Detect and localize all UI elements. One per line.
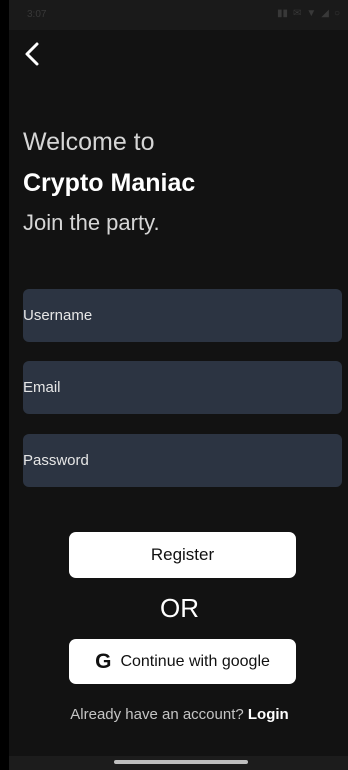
- status-icons: ▮▮ ✉ ▼ ◢ ○: [277, 8, 340, 19]
- battery-icon: ○: [333, 8, 340, 19]
- message-icon: ✉: [292, 8, 302, 19]
- google-button-label: Continue with google: [120, 652, 270, 670]
- signal-icon: ▮▮: [276, 8, 288, 19]
- login-prompt: Already have an account?: [70, 706, 244, 723]
- login-link[interactable]: Login: [248, 706, 289, 723]
- signup-screen: 3:07 ▮▮ ✉ ▼ ◢ ○ Welcome to Crypto Maniac…: [9, 0, 348, 770]
- wifi-icon: ▼: [306, 8, 317, 19]
- home-indicator[interactable]: [114, 760, 248, 764]
- status-bar: 3:07 ▮▮ ✉ ▼ ◢ ○: [9, 0, 348, 30]
- app-name: Crypto Maniac: [23, 169, 196, 197]
- back-button[interactable]: [21, 38, 51, 70]
- google-icon: G: [95, 650, 112, 673]
- register-button[interactable]: Register: [69, 532, 296, 578]
- tagline: Join the party.: [23, 210, 160, 235]
- username-input[interactable]: [23, 289, 342, 342]
- login-row: Already have an account? Login: [9, 706, 348, 723]
- status-time: 3:07: [27, 9, 47, 20]
- google-signin-button[interactable]: G Continue with google: [69, 639, 296, 684]
- cell-icon: ◢: [321, 8, 329, 19]
- chevron-left-icon: [25, 42, 39, 66]
- navigation-bar: [9, 756, 348, 770]
- welcome-heading: Welcome to: [23, 128, 155, 156]
- or-divider: OR: [160, 593, 199, 623]
- email-input[interactable]: [23, 361, 342, 414]
- password-input[interactable]: [23, 434, 342, 487]
